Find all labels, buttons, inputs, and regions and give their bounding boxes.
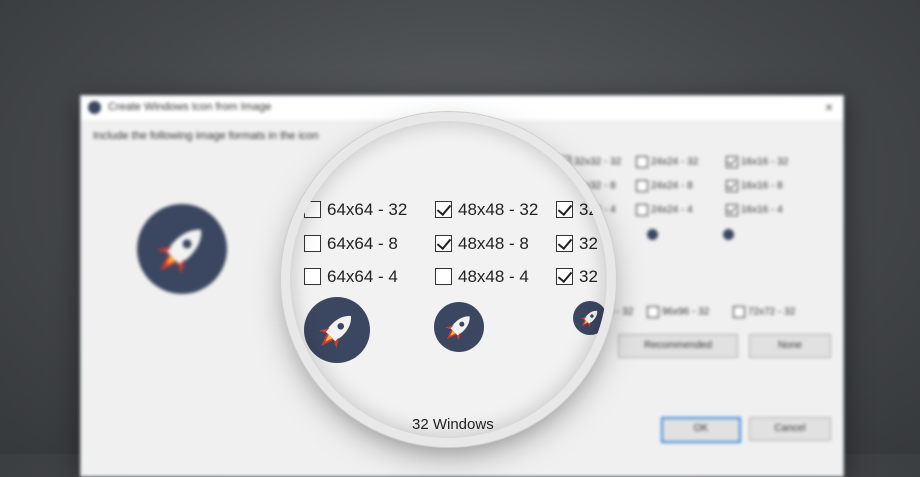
checkbox-label: 16x16 - 8 — [741, 180, 783, 192]
rocket-icon-small — [647, 229, 658, 240]
checkbox-label: 48x48 - 8 — [458, 234, 529, 253]
checkbox[interactable] — [647, 306, 659, 318]
rocket-icon-32 — [573, 301, 607, 335]
checkbox-label: 32 — [579, 200, 598, 219]
rocket-icon — [137, 204, 227, 294]
magnified-format-checkbox[interactable]: 48x48 - 4 — [435, 266, 529, 288]
recommended-button[interactable]: Recommended — [618, 334, 738, 358]
checkbox[interactable] — [435, 268, 452, 285]
checkbox[interactable] — [636, 204, 648, 216]
checkbox-label: 24x24 - 8 — [651, 180, 693, 192]
format-checkbox[interactable]: 16x16 - 4 — [726, 204, 783, 216]
magnified-format-checkbox[interactable]: 32 — [556, 233, 598, 255]
checkbox-label: 32 — [579, 267, 598, 286]
checkbox[interactable] — [556, 235, 573, 252]
checkbox[interactable] — [304, 235, 321, 252]
checkbox[interactable] — [435, 235, 452, 252]
magnified-format-checkbox[interactable]: 64x64 - 8 — [304, 233, 398, 255]
checkbox-label: 96x96 - 32 — [662, 306, 710, 318]
checkbox[interactable] — [304, 201, 321, 218]
ok-button[interactable]: OK — [661, 417, 741, 443]
checkbox[interactable] — [304, 268, 321, 285]
checkbox[interactable] — [556, 268, 573, 285]
format-checkbox[interactable]: 24x24 - 8 — [636, 180, 693, 192]
format-checkbox[interactable]: 16x16 - 8 — [726, 180, 783, 192]
checkbox[interactable] — [559, 156, 571, 168]
format-checkbox[interactable]: 16x16 - 32 — [726, 156, 788, 168]
checkbox-label: 72x72 - 32 — [748, 306, 796, 318]
rocket-icon-tiny — [723, 229, 734, 240]
checkbox-label: 64x64 - 32 — [327, 200, 408, 219]
checkbox-label: 48x48 - 4 — [458, 267, 529, 286]
checkbox[interactable] — [733, 306, 745, 318]
checkbox-label: 32 — [579, 234, 598, 253]
checkbox[interactable] — [636, 180, 648, 192]
magnified-format-checkbox[interactable]: 48x48 - 8 — [435, 233, 529, 255]
magnifier-lens: 64x64 - 32 48x48 - 32 32 64x64 - 8 48x48 - 8… — [290, 121, 607, 438]
rocket-icon-64 — [304, 297, 370, 363]
close-icon[interactable]: × — [825, 99, 833, 115]
format-checkbox[interactable]: 24x24 - 4 — [636, 204, 693, 216]
checkbox[interactable] — [636, 156, 648, 168]
checkbox[interactable] — [726, 156, 738, 168]
checkbox[interactable] — [556, 201, 573, 218]
checkbox-label: 24x24 - 32 — [651, 156, 699, 168]
magnified-caption: 32 Windows — [412, 416, 494, 433]
magnified-format-checkbox[interactable]: 32 — [556, 266, 598, 288]
checkbox-label: 24x24 - 4 — [651, 204, 693, 216]
magnified-format-checkbox[interactable]: 32 — [556, 199, 598, 221]
checkbox-label: 16x16 - 32 — [741, 156, 789, 168]
app-icon — [88, 101, 101, 114]
none-button[interactable]: None — [749, 334, 831, 358]
format-checkbox[interactable]: 24x24 - 32 — [636, 156, 698, 168]
checkbox[interactable] — [435, 201, 452, 218]
checkbox[interactable] — [726, 180, 738, 192]
checkbox-label: 32x32 - 8 — [574, 180, 616, 192]
cancel-button[interactable]: Cancel — [749, 417, 831, 441]
checkbox-label: 64x64 - 4 — [327, 267, 398, 286]
magnified-format-checkbox[interactable]: 64x64 - 4 — [304, 266, 398, 288]
checkbox[interactable] — [726, 204, 738, 216]
checkbox-label: 64x64 - 8 — [327, 234, 398, 253]
magnified-format-checkbox[interactable]: 64x64 - 32 — [304, 199, 407, 221]
format-checkbox[interactable]: 32x32 - 32 — [559, 156, 621, 168]
checkbox-label: 16x16 - 4 — [741, 204, 783, 216]
magnified-format-checkbox[interactable]: 48x48 - 32 — [435, 199, 538, 221]
instruction-text: Include the following image formats in t… — [93, 130, 319, 142]
rocket-icon-48 — [434, 302, 484, 352]
small-format-checkbox[interactable]: 72x72 - 32 — [733, 306, 795, 318]
checkbox-label: 48x48 - 32 — [458, 200, 539, 219]
dialog-title: Create Windows Icon from Image — [108, 101, 272, 113]
small-format-checkbox[interactable]: 96x96 - 32 — [647, 306, 709, 318]
title-bar: Create Windows Icon from Image × — [81, 96, 843, 120]
checkbox-label: 32x32 - 32 — [574, 156, 622, 168]
